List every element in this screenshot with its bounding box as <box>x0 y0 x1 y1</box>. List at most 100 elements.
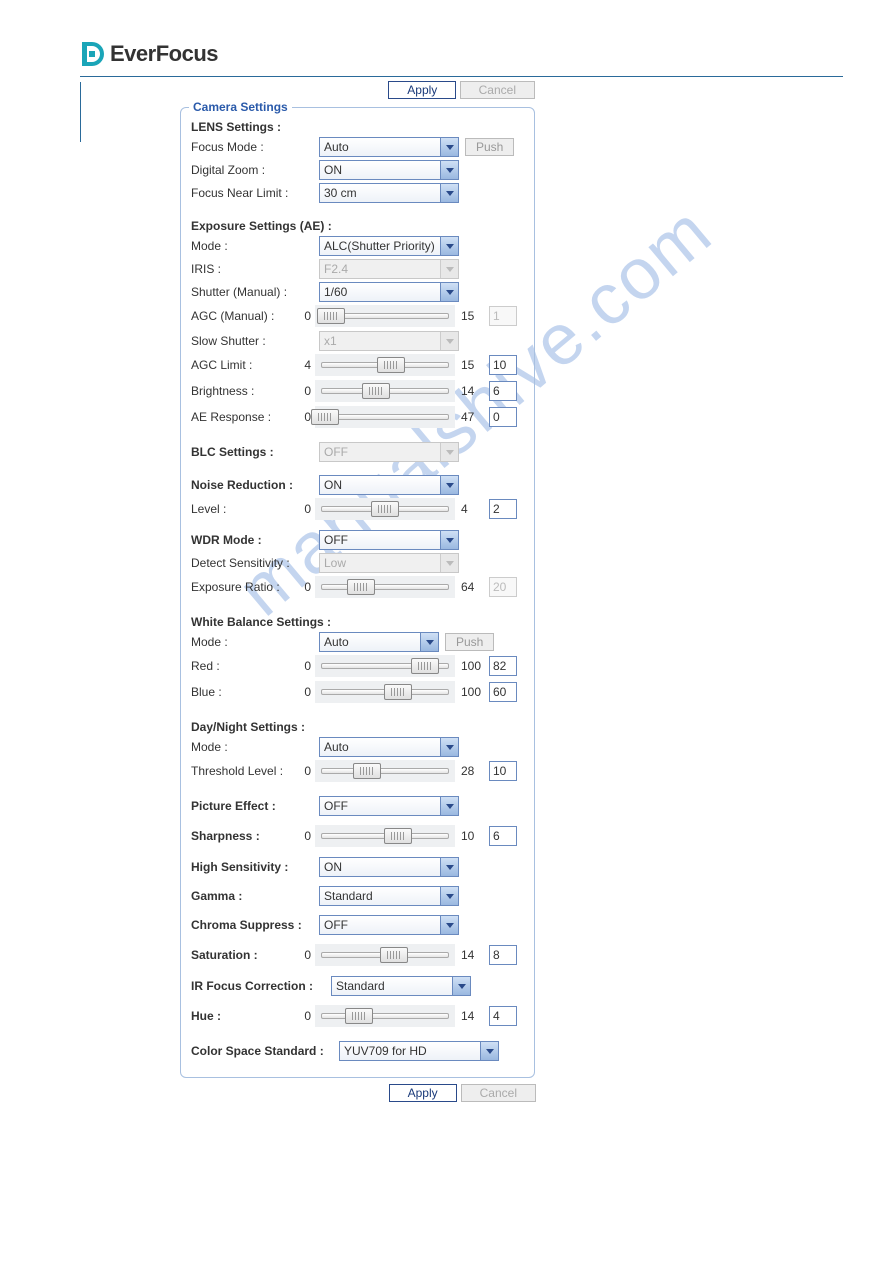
digital-zoom-select[interactable] <box>319 160 459 180</box>
threshold-label: Threshold Level : <box>191 764 291 778</box>
wb-red-min: 0 <box>291 659 315 673</box>
exposure-ratio-min: 0 <box>291 580 315 594</box>
detect-sensitivity-label: Detect Sensitivity : <box>191 556 319 570</box>
shutter-label: Shutter (Manual) : <box>191 285 319 299</box>
focus-push-button[interactable]: Push <box>465 138 514 156</box>
lens-heading: LENS Settings : <box>191 120 524 134</box>
wb-blue-slider[interactable] <box>315 681 455 703</box>
panel-title: Camera Settings <box>189 100 292 114</box>
cancel-button-top: Cancel <box>460 81 535 99</box>
dn-mode-select[interactable] <box>319 737 459 757</box>
focus-near-limit-select[interactable] <box>319 183 459 203</box>
blc-select <box>319 442 459 462</box>
wdr-mode-label: WDR Mode : <box>191 533 319 547</box>
wb-push-button[interactable]: Push <box>445 633 494 651</box>
sharpness-slider[interactable] <box>315 825 455 847</box>
threshold-value[interactable] <box>489 761 517 781</box>
ae-response-label: AE Response : <box>191 410 291 424</box>
wb-red-max: 100 <box>455 659 485 673</box>
agc-manual-min: 0 <box>291 309 315 323</box>
camera-settings-panel: Camera Settings LENS Settings : Focus Mo… <box>180 107 535 1078</box>
sharpness-value[interactable] <box>489 826 517 846</box>
agc-limit-max: 15 <box>455 358 485 372</box>
exposure-ratio-max: 64 <box>455 580 485 594</box>
saturation-label: Saturation : <box>191 948 291 962</box>
exposure-ratio-value <box>489 577 517 597</box>
gamma-select[interactable] <box>319 886 459 906</box>
ae-response-value[interactable] <box>489 407 517 427</box>
apply-button-top[interactable]: Apply <box>388 81 456 99</box>
agc-manual-label: AGC (Manual) : <box>191 309 291 323</box>
high-sensitivity-label: High Sensitivity : <box>191 860 319 874</box>
hue-value[interactable] <box>489 1006 517 1026</box>
digital-zoom-label: Digital Zoom : <box>191 163 319 177</box>
picture-effect-select[interactable] <box>319 796 459 816</box>
sharpness-label: Sharpness : <box>191 829 291 843</box>
wb-heading: White Balance Settings : <box>191 615 524 629</box>
header-divider <box>80 76 843 77</box>
high-sensitivity-select[interactable] <box>319 857 459 877</box>
chroma-suppress-select[interactable] <box>319 915 459 935</box>
ir-focus-select[interactable] <box>331 976 471 996</box>
wb-blue-min: 0 <box>291 685 315 699</box>
nr-level-label: Level : <box>191 502 291 516</box>
color-space-select[interactable] <box>339 1041 499 1061</box>
wb-red-slider[interactable] <box>315 655 455 677</box>
saturation-min: 0 <box>291 948 315 962</box>
wb-blue-value[interactable] <box>489 682 517 702</box>
wb-red-label: Red : <box>191 659 291 673</box>
picture-effect-label: Picture Effect : <box>191 799 319 813</box>
exposure-ratio-slider[interactable] <box>315 576 455 598</box>
wb-mode-label: Mode : <box>191 635 319 649</box>
agc-manual-max: 15 <box>455 309 485 323</box>
focus-mode-select[interactable] <box>319 137 459 157</box>
dn-mode-label: Mode : <box>191 740 319 754</box>
noise-reduction-select[interactable] <box>319 475 459 495</box>
agc-manual-slider[interactable] <box>315 305 455 327</box>
nr-level-slider[interactable] <box>315 498 455 520</box>
agc-limit-value[interactable] <box>489 355 517 375</box>
agc-manual-value <box>489 306 517 326</box>
focus-mode-label: Focus Mode : <box>191 140 319 154</box>
sharpness-min: 0 <box>291 829 315 843</box>
threshold-max: 28 <box>455 764 485 778</box>
vertical-divider <box>80 82 81 142</box>
chroma-suppress-label: Chroma Suppress : <box>191 918 319 932</box>
wb-blue-max: 100 <box>455 685 485 699</box>
iris-label: IRIS : <box>191 262 319 276</box>
ae-response-slider[interactable] <box>315 406 455 428</box>
threshold-slider[interactable] <box>315 760 455 782</box>
wb-red-value[interactable] <box>489 656 517 676</box>
color-space-label: Color Space Standard : <box>191 1044 339 1058</box>
saturation-value[interactable] <box>489 945 517 965</box>
brightness-value[interactable] <box>489 381 517 401</box>
hue-slider[interactable] <box>315 1005 455 1027</box>
brightness-label: Brightness : <box>191 384 291 398</box>
hue-min: 0 <box>291 1009 315 1023</box>
saturation-slider[interactable] <box>315 944 455 966</box>
shutter-select[interactable] <box>319 282 459 302</box>
wdr-mode-select[interactable] <box>319 530 459 550</box>
nr-level-min: 0 <box>291 502 315 516</box>
exposure-mode-label: Mode : <box>191 239 319 253</box>
brand-name: EverFocus <box>110 41 218 67</box>
brightness-slider[interactable] <box>315 380 455 402</box>
exposure-ratio-label: Exposure Ratio : <box>191 580 291 594</box>
detect-sensitivity-select <box>319 553 459 573</box>
focus-near-limit-label: Focus Near Limit : <box>191 186 319 200</box>
nr-level-value[interactable] <box>489 499 517 519</box>
wb-mode-select[interactable] <box>319 632 439 652</box>
exposure-heading: Exposure Settings (AE) : <box>191 219 524 233</box>
apply-button-bottom[interactable]: Apply <box>389 1084 457 1102</box>
agc-limit-label: AGC Limit : <box>191 358 291 372</box>
agc-limit-min: 4 <box>291 358 315 372</box>
brand-logo: EverFocus <box>80 40 843 68</box>
sharpness-max: 10 <box>455 829 485 843</box>
agc-limit-slider[interactable] <box>315 354 455 376</box>
exposure-mode-select[interactable] <box>319 236 459 256</box>
noise-reduction-label: Noise Reduction : <box>191 478 319 492</box>
cancel-button-bottom: Cancel <box>461 1084 536 1102</box>
gamma-label: Gamma : <box>191 889 319 903</box>
wb-blue-label: Blue : <box>191 685 291 699</box>
slow-shutter-select <box>319 331 459 351</box>
